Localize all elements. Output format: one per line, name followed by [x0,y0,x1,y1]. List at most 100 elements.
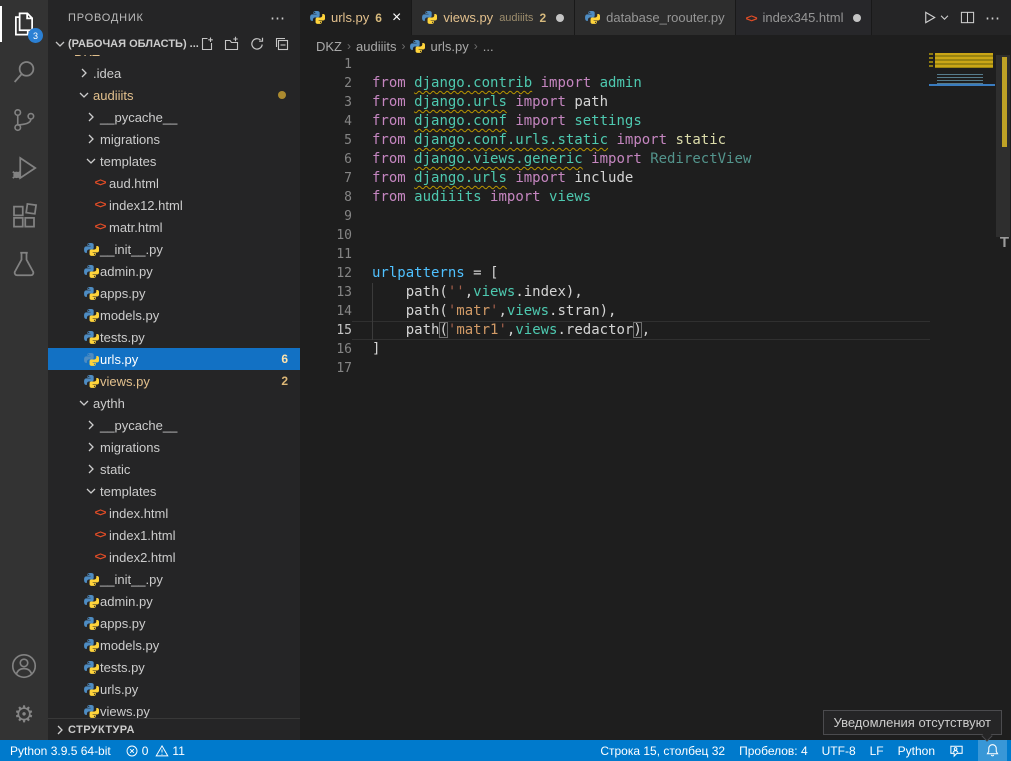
status-python-interpreter[interactable]: Python 3.9.5 64-bit [10,744,111,758]
explorer-more-actions-button[interactable]: ⋯ [270,9,286,27]
tree-item-admin-py[interactable]: admin.py [48,260,300,282]
status-notifications-bell[interactable] [978,740,1007,761]
code-area[interactable]: 12from django.contrib import admin3from … [300,55,930,378]
beaker-icon [9,249,39,279]
python-icon [422,10,437,25]
editor-scrollbar[interactable]: T [995,0,1011,685]
tree-item-tests-py[interactable]: tests.py [48,656,300,678]
tree-item-tests-py[interactable]: tests.py [48,326,300,348]
tree-item-aud-html[interactable]: <>aud.html [48,172,300,194]
status-language-mode[interactable]: Python [898,740,935,761]
file-tree: DKZ.ideaaudiiits__pycache__migrationstem… [48,40,300,722]
outline-section-header[interactable]: СТРУКТУРА [48,718,300,740]
minimap[interactable] [929,0,995,420]
tab-index345-html[interactable]: <>index345.html [736,0,873,35]
activity-testing-button[interactable] [0,240,48,288]
tree-item-urls-py[interactable]: urls.py6 [48,348,300,370]
tree-item-static[interactable]: static [48,458,300,480]
new-file-button[interactable] [199,36,215,52]
tree-item-admin-py[interactable]: admin.py [48,590,300,612]
collapse-folders-button[interactable] [274,36,290,52]
workspace-section-header[interactable]: (РАБОЧАЯ ОБЛАСТЬ) ... [48,33,300,55]
activity-extensions-button[interactable] [0,192,48,240]
breadcrumb-label: audiiits [356,39,396,54]
code-line-16[interactable]: 16] [300,340,930,359]
tree-item-models-py[interactable]: models.py [48,634,300,656]
tree-item-label: admin.py [100,264,153,279]
status-indentation[interactable]: Пробелов: 4 [739,740,808,761]
editor-group: urls.py6×views.pyaudiiits2 database_roout… [300,0,1011,740]
tab-views-py[interactable]: views.pyaudiiits2 [412,0,575,35]
breadcrumb-item-dkz[interactable]: DKZ [316,39,342,54]
tree-item-index12-html[interactable]: <>index12.html [48,194,300,216]
tree-item-index-html[interactable]: <>index.html [48,502,300,524]
tab-urls-py[interactable]: urls.py6× [300,0,412,35]
tree-item-views-py[interactable]: views.py2 [48,370,300,392]
tree-item-templates[interactable]: templates [48,150,300,172]
code-line-1[interactable]: 1 [300,55,930,74]
code-line-10[interactable]: 10 [300,226,930,245]
tree-item-label: index12.html [109,198,183,213]
status-eol[interactable]: LF [870,740,884,761]
tab-database-roouter-py[interactable]: database_roouter.py [575,0,736,35]
code-line-17[interactable]: 17 [300,359,930,378]
indent-guide [372,283,373,340]
tree-item-migrations[interactable]: migrations [48,128,300,150]
tree-item-apps-py[interactable]: apps.py [48,282,300,304]
activity-search-button[interactable] [0,48,48,96]
tree-item-index1-html[interactable]: <>index1.html [48,524,300,546]
tree-item-audiiits[interactable]: audiiits [48,84,300,106]
code-line-3[interactable]: 3from django.urls import path [300,93,930,112]
tree-item-aythh[interactable]: aythh [48,392,300,414]
minimap-highlight-block [935,53,993,68]
tree-item--pycache-[interactable]: __pycache__ [48,106,300,128]
code-line-content [352,207,930,226]
settings-button[interactable]: ⚙ [0,690,48,738]
new-folder-button[interactable] [224,36,240,52]
code-line-12[interactable]: 12urlpatterns = [ [300,264,930,283]
breadcrumb-item-audiiits[interactable]: audiiits [356,39,396,54]
breadcrumb-item-urls-py[interactable]: urls.py [410,39,468,54]
tree-item-models-py[interactable]: models.py [48,304,300,326]
status-problems[interactable]: 011 [125,744,185,758]
code-line-content: path('matr1',views.redactor), [352,321,930,340]
tree-item-label: templates [100,154,156,169]
tree-item-label: index1.html [109,528,175,543]
python-icon [82,594,100,609]
code-line-9[interactable]: 9 [300,207,930,226]
code-line-6[interactable]: 6from django.views.generic import Redire… [300,150,930,169]
tree-item-apps-py[interactable]: apps.py [48,612,300,634]
code-line-13[interactable]: 13 path('',views.index), [300,283,930,302]
account-button[interactable] [0,642,48,690]
status-feedback[interactable] [949,740,964,761]
tree-item--idea[interactable]: .idea [48,62,300,84]
code-line-7[interactable]: 7from django.urls import include [300,169,930,188]
tree-item--pycache-[interactable]: __pycache__ [48,414,300,436]
code-line-2[interactable]: 2from django.contrib import admin [300,74,930,93]
status-cursor-position[interactable]: Строка 15, столбец 32 [600,740,725,761]
tree-item-migrations[interactable]: migrations [48,436,300,458]
status-encoding[interactable]: UTF-8 [822,740,856,761]
activity-source-control-button[interactable] [0,96,48,144]
tab-label: database_roouter.py [606,10,725,25]
close-icon[interactable]: × [392,10,401,26]
activity-explorer-button[interactable]: 3 [0,0,48,48]
code-line-11[interactable]: 11 [300,245,930,264]
tree-item-matr-html[interactable]: <>matr.html [48,216,300,238]
tree-item--init-py[interactable]: __init__.py [48,568,300,590]
tree-item-index2-html[interactable]: <>index2.html [48,546,300,568]
activity-run-debug-button[interactable] [0,144,48,192]
tree-item--init-py[interactable]: __init__.py [48,238,300,260]
refresh-button[interactable] [249,36,265,52]
line-number: 9 [300,207,352,226]
feedback-icon [949,743,964,758]
tree-item-templates[interactable]: templates [48,480,300,502]
code-line-5[interactable]: 5from django.conf.urls.static import sta… [300,131,930,150]
code-line-4[interactable]: 4from django.conf import settings [300,112,930,131]
tree-item-urls-py[interactable]: urls.py [48,678,300,700]
code-line-15[interactable]: 15 path('matr1',views.redactor), [300,321,930,340]
status-bar: Python 3.9.5 64-bit 011 Строка 15, столбе… [0,740,1011,761]
code-line-8[interactable]: 8from audiiits import views [300,188,930,207]
breadcrumb-item--[interactable]: ... [483,39,494,54]
code-line-14[interactable]: 14 path('matr',views.stran), [300,302,930,321]
